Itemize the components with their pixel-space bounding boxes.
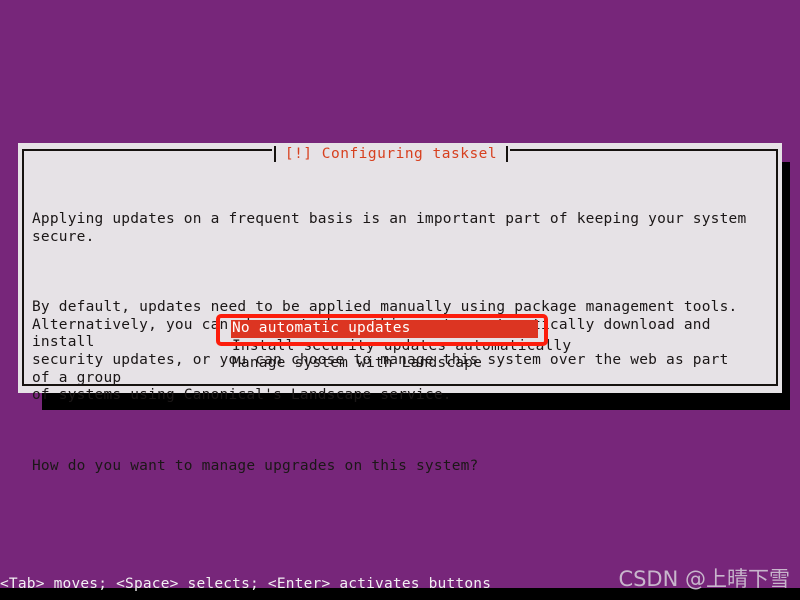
screen: [!] Configuring tasksel Applying updates… bbox=[0, 0, 800, 600]
red-highlight-annotation bbox=[216, 314, 548, 346]
csdn-watermark: CSDN @上晴下雪 bbox=[618, 567, 790, 591]
body-question: How do you want to manage upgrades on th… bbox=[32, 457, 479, 474]
keyboard-hint-text: <Tab> moves; <Space> selects; <Enter> ac… bbox=[0, 576, 492, 592]
body-paragraph-1: Applying updates on a frequent basis is … bbox=[32, 211, 747, 245]
option-manage-system-with-landscape[interactable]: Manage system with Landscape bbox=[231, 355, 561, 373]
